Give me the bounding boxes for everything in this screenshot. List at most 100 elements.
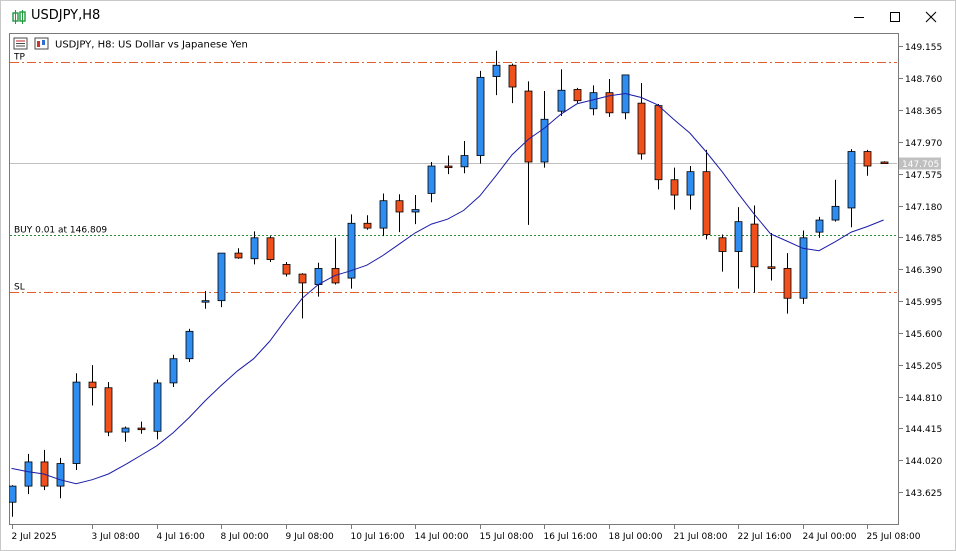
minimize-icon: [854, 17, 864, 18]
candle: [185, 328, 194, 362]
candle-body: [298, 273, 307, 284]
candle-body: [395, 200, 404, 213]
x-tick-label: 16 Jul 16:00: [544, 532, 598, 542]
candle-body: [815, 219, 824, 233]
candle-body: [363, 222, 372, 229]
candle-body: [282, 263, 291, 275]
candle-body: [557, 89, 566, 112]
candle-body: [767, 266, 776, 269]
candle-body: [24, 461, 33, 487]
candle-body: [863, 151, 872, 167]
y-tick-label: 146.390: [905, 266, 942, 276]
x-tick-label: 25 Jul 08:00: [867, 532, 921, 542]
stop-loss-label: SL: [14, 283, 25, 293]
chart-symbol-icon: [34, 37, 49, 50]
candle-body: [56, 463, 65, 487]
candle-body: [718, 237, 727, 252]
candle-body: [702, 171, 711, 235]
candle-body: [460, 155, 469, 168]
y-tick-label: 148.365: [905, 107, 942, 117]
candle-body: [153, 382, 162, 432]
y-tick-label: 149.155: [905, 43, 942, 53]
candle: [266, 236, 275, 262]
x-tick-label: 14 Jul 00:00: [415, 532, 469, 542]
candle-body: [314, 268, 323, 285]
maximize-button[interactable]: [877, 1, 913, 33]
candle: [347, 214, 356, 289]
candle-body: [476, 76, 485, 156]
candle-body: [686, 171, 695, 196]
y-tick-label: 145.600: [905, 330, 942, 340]
candle-body: [734, 221, 743, 252]
candle-body: [654, 105, 663, 181]
chart-area[interactable]: TP BUY 0.01 at 146.809 SL 149.155 148.760 14…: [8, 33, 949, 543]
y-tick-label: 148.760: [905, 75, 942, 85]
candle-body: [799, 237, 808, 299]
x-tick-label: 3 Jul 08:00: [92, 532, 141, 542]
close-button[interactable]: [913, 1, 949, 33]
candle-body: [492, 64, 501, 77]
x-tick-label: 22 Jul 16:00: [738, 532, 792, 542]
close-icon: [925, 11, 937, 23]
take-profit-label: TP: [13, 53, 25, 63]
x-tick-label: 4 Jul 16:00: [157, 532, 206, 542]
candle: [169, 354, 178, 387]
candle-body: [573, 89, 582, 102]
candle-body: [880, 161, 889, 165]
candle-body: [217, 252, 226, 302]
y-tick-label: 144.810: [905, 394, 942, 404]
y-tick-label: 145.205: [905, 362, 942, 372]
price-chart[interactable]: TPBUY 0.01 at 146.809SL 149.155148.76014…: [8, 33, 949, 543]
y-tick-label: 147.180: [905, 203, 942, 213]
candle-body: [169, 358, 178, 384]
candle-body: [670, 179, 679, 196]
candle: [72, 373, 81, 470]
candle-body: [201, 300, 210, 303]
time-axis[interactable]: 2 Jul 2025 3 Jul 08:00 4 Jul 16:00 8 Jul 00…: [12, 524, 921, 542]
y-tick-label: 145.995: [905, 298, 942, 308]
chart-candle-icon: [12, 9, 26, 25]
x-tick-label: 10 Jul 16:00: [351, 532, 405, 542]
candle-body: [72, 381, 81, 464]
x-tick-label: 9 Jul 08:00: [286, 532, 335, 542]
plot-border: [9, 33, 899, 525]
minimize-button[interactable]: [841, 1, 877, 33]
candle: [476, 70, 485, 164]
candle-body: [185, 330, 194, 360]
candle-body: [8, 485, 17, 503]
x-tick-label: 8 Jul 00:00: [221, 532, 270, 542]
candle-body: [250, 237, 259, 260]
candle-body: [234, 252, 243, 259]
maximize-icon: [890, 12, 900, 22]
candle-body: [783, 268, 792, 299]
current-price-label: 147.705: [902, 160, 939, 170]
price-axis[interactable]: 149.155 148.760 148.365 147.970 147.575 147.1…: [898, 43, 942, 499]
candle-body: [379, 200, 388, 229]
y-tick-label: 147.575: [905, 171, 942, 181]
chart-list-icon: [13, 37, 28, 50]
candle: [799, 230, 808, 304]
candle: [217, 252, 226, 308]
y-tick-label: 144.415: [905, 425, 942, 435]
candle-body: [121, 427, 130, 433]
candle-body: [427, 165, 436, 194]
y-tick-label: 146.785: [905, 234, 942, 244]
candle-body: [524, 90, 533, 163]
candle-body: [637, 102, 646, 155]
candle-body: [508, 64, 517, 88]
candle: [282, 261, 291, 277]
candle: [104, 382, 113, 437]
x-tick-label: 21 Jul 08:00: [674, 532, 728, 542]
candle: [573, 87, 582, 104]
candle: [621, 74, 630, 120]
x-tick-label: 15 Jul 08:00: [480, 532, 534, 542]
candle-body: [104, 387, 113, 433]
candle-body: [137, 427, 146, 431]
candle-body: [750, 223, 759, 268]
candle: [153, 379, 162, 440]
window-title: USDJPY,H8: [31, 8, 101, 23]
y-tick-label: 144.020: [905, 457, 942, 467]
candle-body: [411, 209, 420, 213]
title-bar[interactable]: USDJPY,H8: [1, 1, 955, 33]
candle: [654, 103, 663, 190]
